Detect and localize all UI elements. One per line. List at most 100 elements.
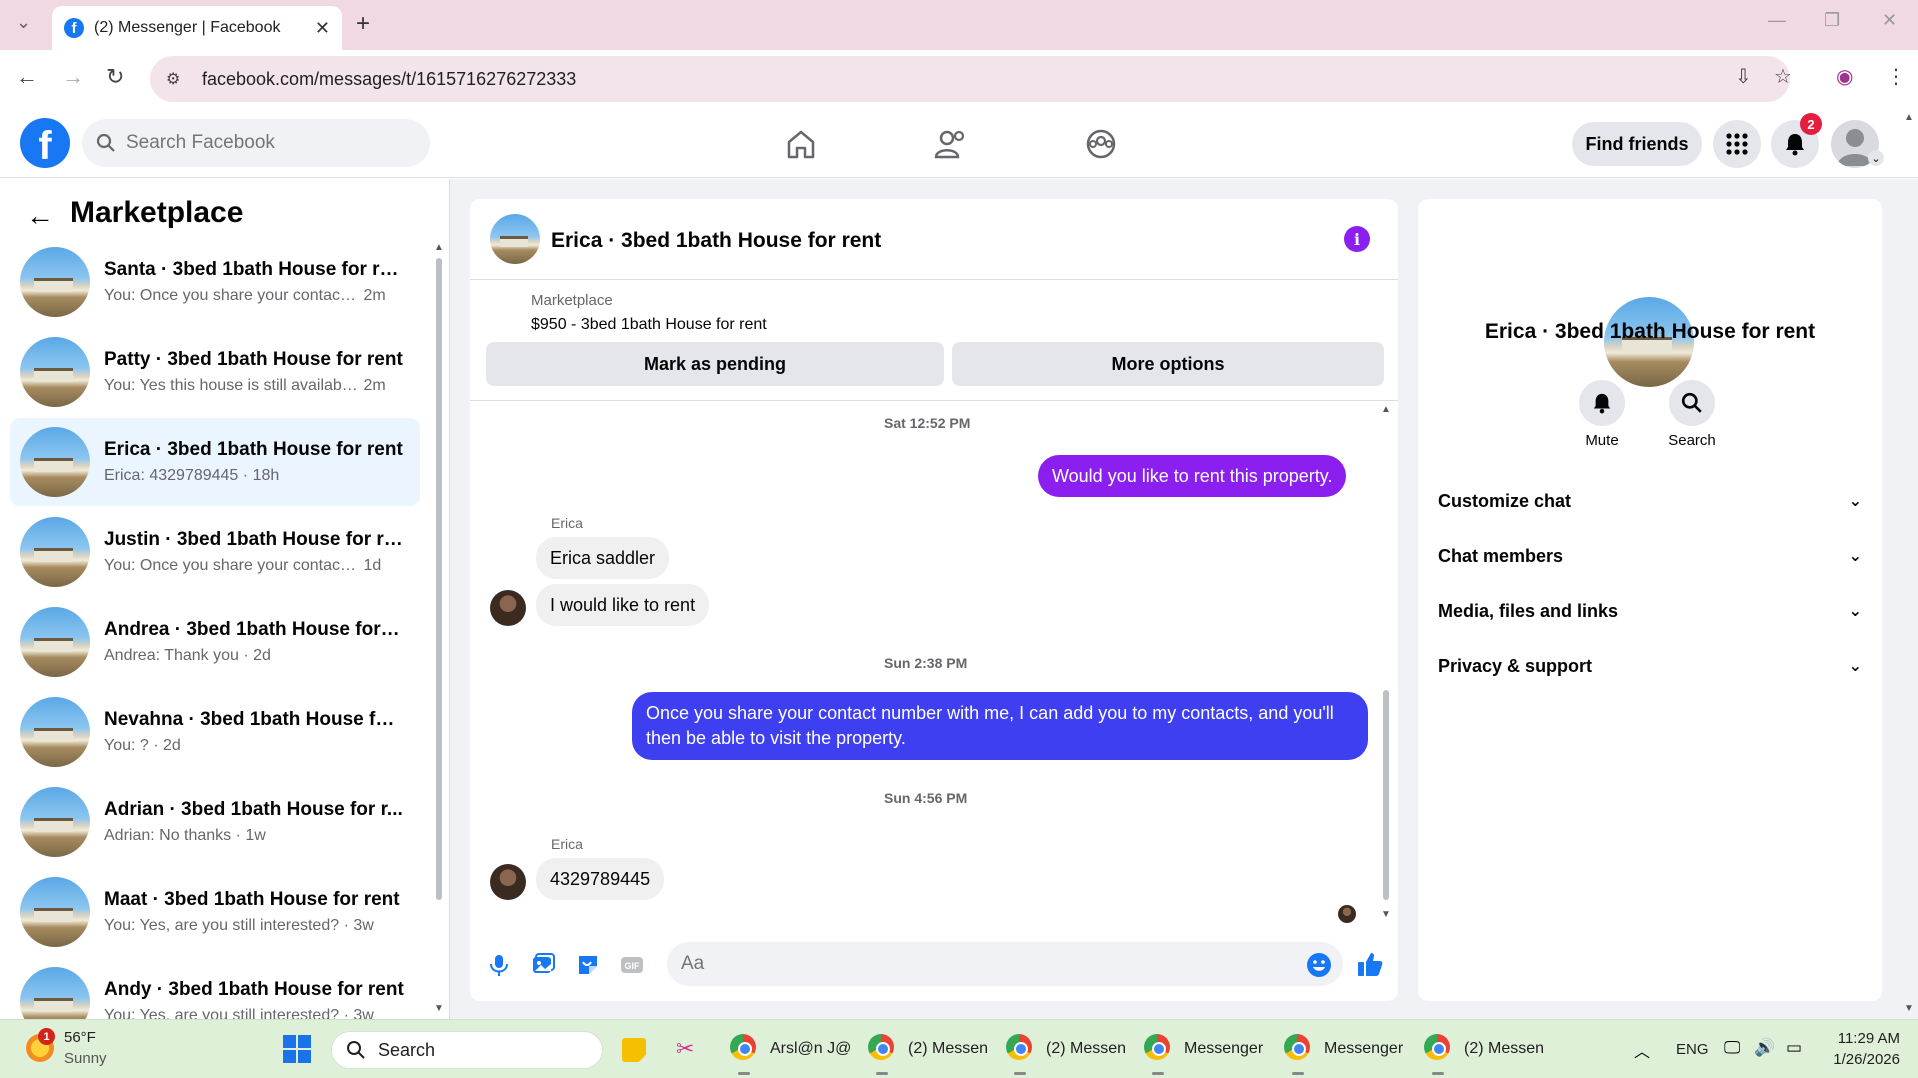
page-scroll-down-icon[interactable]: ▼: [1904, 1003, 1914, 1014]
conversation-item[interactable]: Justin · 3bed 1bath House for rent You: …: [10, 508, 420, 596]
chrome-icon[interactable]: [1006, 1034, 1032, 1060]
conversation-preview: You: Yes this house is still available .…: [104, 377, 359, 394]
sticker-icon[interactable]: [575, 952, 601, 978]
close-window-icon[interactable]: ✕: [1882, 10, 1897, 31]
browser-tab[interactable]: f (2) Messenger | Facebook ✕: [52, 6, 342, 50]
home-icon[interactable]: [783, 128, 819, 160]
divider: [470, 279, 1398, 280]
facebook-search-box[interactable]: [82, 119, 430, 167]
chat-scroll-up-icon[interactable]: ▲: [1381, 404, 1391, 415]
taskbar-app-label[interactable]: (2) Messen: [1046, 1040, 1126, 1058]
conversation-item-active[interactable]: Erica · 3bed 1bath House for rent Erica:…: [10, 418, 420, 506]
chat-scroll-down-icon[interactable]: ▼: [1381, 909, 1391, 920]
info-icon[interactable]: i: [1344, 226, 1370, 252]
page-scroll-up-icon[interactable]: ▲: [1904, 112, 1914, 123]
sender-avatar[interactable]: [490, 864, 526, 900]
sender-avatar[interactable]: [490, 590, 526, 626]
listing-thumbnail: [20, 337, 90, 407]
tab-close-icon[interactable]: ✕: [315, 18, 330, 39]
windows-start-icon[interactable]: [282, 1034, 312, 1064]
microphone-icon[interactable]: [486, 952, 512, 978]
chrome-icon[interactable]: [1284, 1034, 1310, 1060]
conversation-item[interactable]: Andrea · 3bed 1bath House for r... Andre…: [10, 598, 420, 686]
chat-title[interactable]: Erica · 3bed 1bath House for rent: [551, 229, 881, 253]
taskbar-app-label[interactable]: (2) Messen: [908, 1040, 988, 1058]
clock-date[interactable]: 1/26/2026: [1830, 1051, 1900, 1068]
chat-scrollbar[interactable]: [1383, 690, 1389, 900]
browser-menu-icon[interactable]: ⋮: [1886, 64, 1906, 89]
taskbar-app-label[interactable]: Arsl@n J@: [770, 1040, 851, 1058]
bookmark-star-icon[interactable]: ☆: [1774, 64, 1792, 89]
incoming-message[interactable]: 4329789445: [536, 858, 665, 900]
gif-icon[interactable]: GIF: [619, 952, 645, 978]
install-app-icon[interactable]: ⇩: [1735, 64, 1752, 89]
language-indicator[interactable]: ENG: [1676, 1041, 1709, 1058]
search-input[interactable]: [126, 132, 406, 154]
emoji-icon[interactable]: [1306, 952, 1332, 978]
conversation-time: 3w: [353, 917, 374, 934]
forward-icon[interactable]: →: [62, 64, 84, 90]
site-info-icon[interactable]: ⚙: [166, 69, 186, 89]
snipping-tool-icon[interactable]: ✂: [676, 1036, 694, 1062]
new-tab-icon[interactable]: +: [356, 10, 370, 38]
network-icon[interactable]: 🖵: [1724, 1038, 1740, 1058]
conversation-item[interactable]: Adrian · 3bed 1bath House for r... Adria…: [10, 778, 420, 866]
chrome-icon[interactable]: [1144, 1034, 1170, 1060]
conversation-time: 18h: [252, 467, 280, 484]
chat-avatar[interactable]: [490, 214, 540, 264]
facebook-logo-icon[interactable]: f: [20, 118, 70, 168]
minimize-icon[interactable]: —: [1768, 10, 1786, 31]
incoming-message[interactable]: Erica saddler: [536, 537, 670, 579]
weather-temp[interactable]: 56°F: [64, 1029, 96, 1046]
message-input[interactable]: [681, 953, 1261, 975]
find-friends-button[interactable]: Find friends: [1572, 122, 1702, 166]
clock-time[interactable]: 11:29 AM: [1830, 1030, 1900, 1047]
reload-icon[interactable]: ↻: [106, 64, 124, 90]
taskbar-app-label[interactable]: Messenger: [1184, 1040, 1263, 1058]
taskbar-search-box[interactable]: Search: [331, 1031, 603, 1069]
back-icon[interactable]: ←: [16, 64, 38, 90]
search-in-chat-button[interactable]: [1669, 380, 1715, 426]
conversation-time: 2d: [163, 737, 181, 754]
taskbar-app-label[interactable]: (2) Messen: [1464, 1040, 1544, 1058]
conversation-item[interactable]: Maat · 3bed 1bath House for rent You: Ye…: [10, 868, 420, 956]
taskbar-app-label[interactable]: Messenger: [1324, 1040, 1403, 1058]
restore-icon[interactable]: ❐: [1824, 10, 1840, 31]
volume-icon[interactable]: 🔊: [1754, 1038, 1775, 1058]
back-arrow-icon[interactable]: ←: [26, 200, 54, 232]
conversation-item[interactable]: Patty · 3bed 1bath House for rent You: Y…: [10, 328, 420, 416]
groups-icon[interactable]: [1083, 128, 1119, 160]
listing-price-title[interactable]: $950 - 3bed 1bath House for rent: [531, 316, 767, 334]
chrome-icon[interactable]: [868, 1034, 894, 1060]
mark-as-pending-button[interactable]: Mark as pending: [486, 342, 944, 386]
outgoing-message[interactable]: Once you share your contact number with …: [632, 692, 1368, 760]
conversation-item[interactable]: Andy · 3bed 1bath House for rent You: Ye…: [10, 958, 420, 1019]
mute-button[interactable]: [1579, 380, 1625, 426]
chrome-icon[interactable]: [730, 1034, 756, 1060]
privacy-support-section[interactable]: Privacy & support ⌄: [1438, 646, 1862, 686]
tray-chevron-up-icon[interactable]: ︿: [1634, 1038, 1650, 1062]
message-composer[interactable]: [667, 942, 1343, 986]
tab-search-dropdown-icon[interactable]: ⌄: [16, 12, 31, 33]
friends-icon[interactable]: [933, 128, 969, 160]
scroll-up-arrow-icon[interactable]: ▲: [434, 242, 444, 253]
battery-icon[interactable]: ▭: [1786, 1038, 1802, 1058]
url-field[interactable]: ⚙ facebook.com/messages/t/16157162762723…: [150, 56, 1790, 102]
conversation-item[interactable]: Santa · 3bed 1bath House for rent You: O…: [10, 238, 420, 326]
menu-grid-button[interactable]: [1713, 120, 1761, 168]
incoming-message[interactable]: I would like to rent: [536, 584, 710, 626]
account-chevron-icon[interactable]: ⌄: [1868, 150, 1884, 166]
chrome-icon[interactable]: [1424, 1034, 1450, 1060]
more-options-button[interactable]: More options: [952, 342, 1384, 386]
chat-members-section[interactable]: Chat members ⌄: [1438, 536, 1862, 576]
photo-icon[interactable]: [530, 952, 556, 978]
profile-icon[interactable]: ◉: [1836, 64, 1853, 89]
customize-chat-section[interactable]: Customize chat ⌄: [1438, 481, 1862, 521]
scroll-down-arrow-icon[interactable]: ▼: [434, 1003, 444, 1014]
like-thumbs-up-icon[interactable]: [1356, 950, 1384, 978]
conversation-item[interactable]: Nevahna · 3bed 1bath House for... You: ?…: [10, 688, 420, 776]
weather-desc[interactable]: Sunny: [64, 1050, 107, 1067]
outgoing-message[interactable]: Would you like to rent this property.: [1038, 455, 1347, 497]
media-files-links-section[interactable]: Media, files and links ⌄: [1438, 591, 1862, 631]
conversation-list-scrollbar[interactable]: [436, 258, 442, 900]
